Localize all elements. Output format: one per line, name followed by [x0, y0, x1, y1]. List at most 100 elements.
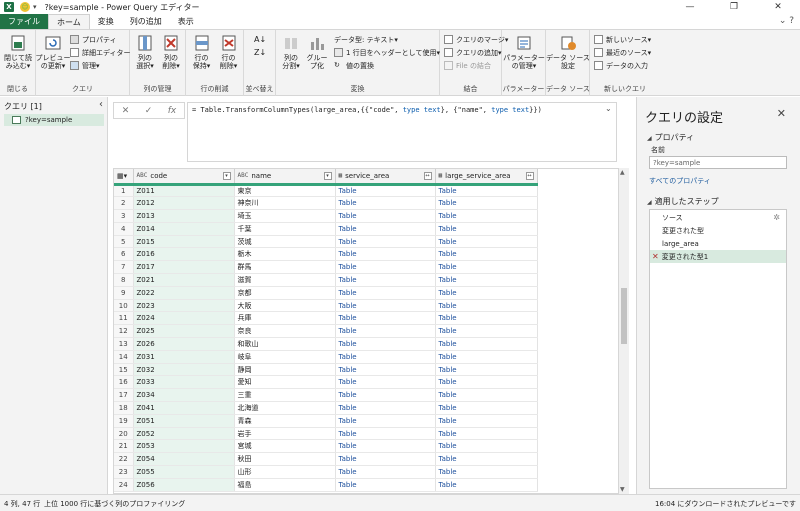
table-row[interactable]: 21 Z053 宮城 Table Table [114, 439, 538, 454]
cell-large-service-area[interactable]: Table [435, 452, 538, 467]
cell-service-area[interactable]: Table [335, 414, 436, 428]
cell-service-area[interactable]: Table [335, 427, 436, 441]
function-icon[interactable]: fx [168, 106, 177, 116]
new-source-button[interactable]: 新しいソース▾ [594, 34, 651, 45]
confirm-formula-icon[interactable]: ✓ [145, 106, 153, 116]
append-queries-button[interactable]: クエリの追加▾ [444, 47, 502, 58]
cell-large-service-area[interactable]: Table [435, 375, 538, 390]
cell-service-area[interactable]: Table [335, 299, 436, 313]
column-header-name[interactable]: ABC name ▾ [234, 169, 336, 186]
column-header-service-area[interactable]: ▦ service_area ↔ [335, 169, 436, 186]
cell-service-area[interactable]: Table [335, 337, 436, 351]
sort-ascending-icon[interactable]: A↓ [254, 34, 266, 45]
filter-dropdown-icon[interactable]: ▾ [323, 171, 332, 180]
smiley-feedback-icon[interactable]: ☺ [20, 2, 30, 12]
cell-service-area[interactable]: Table [335, 388, 436, 403]
cell-large-service-area[interactable]: Table [435, 209, 538, 223]
table-type-icon[interactable]: ▦ [439, 172, 443, 179]
table-row[interactable]: 2 Z012 神奈川 Table Table [114, 196, 538, 211]
cell-service-area[interactable]: Table [335, 184, 436, 198]
cell-large-service-area[interactable]: Table [435, 299, 538, 313]
minimize-button[interactable]: — [668, 0, 712, 14]
cell-large-service-area[interactable]: Table [435, 427, 538, 441]
scroll-down-icon[interactable]: ▼ [620, 486, 625, 493]
cell-service-area[interactable]: Table [335, 235, 436, 249]
tab-file[interactable]: ファイル [0, 14, 48, 29]
table-row[interactable]: 7 Z017 群馬 Table Table [114, 260, 538, 275]
tab-home[interactable]: ホーム [48, 14, 90, 29]
cell-service-area[interactable]: Table [335, 350, 436, 364]
tab-view[interactable]: 表示 [170, 14, 202, 29]
replace-values-button[interactable]: ↻ 値の置換 [334, 60, 374, 71]
combine-files-button[interactable]: File の結合 [444, 60, 491, 71]
cell-service-area[interactable]: Table [335, 311, 436, 326]
data-type-dropdown[interactable]: データ型: テキスト▾ [334, 34, 398, 45]
table-row[interactable]: 3 Z013 埼玉 Table Table [114, 209, 538, 223]
cell-large-service-area[interactable]: Table [435, 388, 538, 403]
expand-column-icon[interactable]: ↔ [525, 171, 534, 180]
use-first-row-headers-button[interactable]: 1 行目をヘッダーとして使用▾ [334, 47, 440, 58]
table-row[interactable]: 18 Z041 北海道 Table Table [114, 401, 538, 415]
enter-data-button[interactable]: データの入力 [594, 60, 648, 71]
applied-steps-section[interactable]: ◢ 適用したステップ [647, 196, 719, 207]
query-name-input[interactable]: ?key=sample [649, 156, 787, 169]
table-type-icon[interactable]: ▦ [339, 172, 343, 179]
cell-large-service-area[interactable]: Table [435, 324, 538, 339]
keep-rows-button[interactable]: 行の 保持▾ [188, 34, 215, 70]
cell-large-service-area[interactable]: Table [435, 286, 538, 300]
advanced-editor-button[interactable]: 詳細エディター [70, 47, 131, 58]
cell-service-area[interactable]: Table [335, 363, 436, 377]
cell-service-area[interactable]: Table [335, 401, 436, 415]
query-item[interactable]: ?key=sample [4, 114, 104, 126]
help-chevron-icon[interactable]: ⌄ ? [779, 16, 794, 26]
sort-descending-icon[interactable]: Z↓ [254, 47, 266, 58]
cell-large-service-area[interactable]: Table [435, 363, 538, 377]
cell-service-area[interactable]: Table [335, 196, 436, 211]
table-row[interactable]: 11 Z024 兵庫 Table Table [114, 311, 538, 326]
table-row[interactable]: 15 Z032 静岡 Table Table [114, 363, 538, 377]
table-row[interactable]: 10 Z023 大阪 Table Table [114, 299, 538, 313]
remove-columns-button[interactable]: 列の 削除▾ [158, 34, 184, 70]
scroll-up-icon[interactable]: ▲ [620, 169, 625, 176]
cell-service-area[interactable]: Table [335, 452, 436, 467]
profiling-scope[interactable]: 上位 1000 行に基づく列のプロファイリング [44, 499, 185, 509]
table-row[interactable]: 20 Z052 岩手 Table Table [114, 427, 538, 441]
properties-button[interactable]: プロパティ [70, 34, 117, 45]
cell-large-service-area[interactable]: Table [435, 235, 538, 249]
cell-service-area[interactable]: Table [335, 260, 436, 275]
split-column-button[interactable]: 列の 分割▾ [278, 34, 304, 70]
table-row[interactable]: 23 Z055 山形 Table Table [114, 465, 538, 479]
cell-large-service-area[interactable]: Table [435, 439, 538, 454]
cell-service-area[interactable]: Table [335, 439, 436, 454]
column-header-code[interactable]: ABC code ▾ [133, 169, 235, 186]
cell-large-service-area[interactable]: Table [435, 184, 538, 198]
cell-service-area[interactable]: Table [335, 324, 436, 339]
table-row[interactable]: 16 Z033 愛知 Table Table [114, 375, 538, 390]
expand-column-icon[interactable]: ↔ [423, 171, 432, 180]
cell-large-service-area[interactable]: Table [435, 222, 538, 236]
table-row[interactable]: 24 Z056 福島 Table Table [114, 478, 538, 492]
close-and-load-button[interactable]: 閉じて読 み込む▾ [3, 34, 33, 70]
column-header-large-service-area[interactable]: ▦ large_service_area ↔ [435, 169, 538, 186]
table-row[interactable]: 1 Z011 東京 Table Table [114, 184, 538, 198]
tab-transform[interactable]: 変換 [90, 14, 122, 29]
gear-icon[interactable]: ✲ [773, 213, 780, 222]
collapse-pane-icon[interactable]: ‹ [99, 99, 103, 110]
cell-service-area[interactable]: Table [335, 273, 436, 287]
remove-rows-button[interactable]: 行の 削除▾ [215, 34, 242, 70]
cell-large-service-area[interactable]: Table [435, 311, 538, 326]
cell-large-service-area[interactable]: Table [435, 414, 538, 428]
manage-parameters-button[interactable]: パラメーター の管理▾ [503, 34, 545, 70]
text-type-icon[interactable]: ABC [238, 172, 249, 179]
delete-step-icon[interactable]: ✕ [652, 252, 659, 261]
close-settings-icon[interactable]: ✕ [777, 107, 786, 120]
table-row[interactable]: 8 Z021 滋賀 Table Table [114, 273, 538, 287]
table-row[interactable]: 12 Z025 奈良 Table Table [114, 324, 538, 339]
table-row[interactable]: 5 Z015 茨城 Table Table [114, 235, 538, 249]
table-row[interactable]: 22 Z054 秋田 Table Table [114, 452, 538, 467]
cell-service-area[interactable]: Table [335, 222, 436, 236]
cell-large-service-area[interactable]: Table [435, 196, 538, 211]
step-item[interactable]: large_area [650, 237, 786, 250]
cell-service-area[interactable]: Table [335, 375, 436, 390]
cell-large-service-area[interactable]: Table [435, 273, 538, 287]
